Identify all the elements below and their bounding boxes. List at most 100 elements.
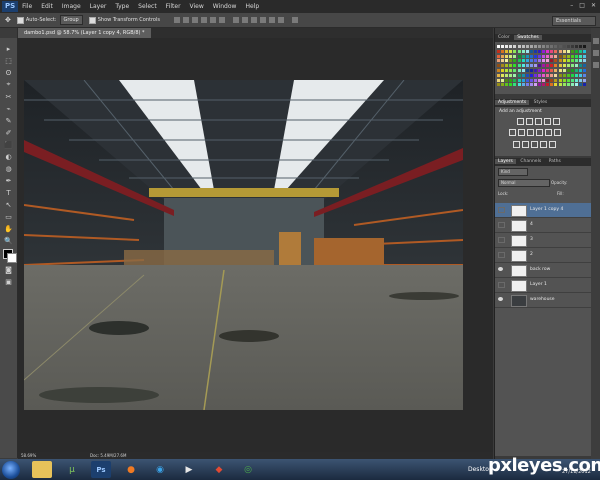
menu-window[interactable]: Window bbox=[213, 3, 237, 10]
color-swatch[interactable] bbox=[542, 54, 546, 58]
color-swatch[interactable] bbox=[529, 83, 533, 87]
screen-mode-icon[interactable]: ▣ bbox=[3, 276, 14, 287]
color-swatch[interactable] bbox=[546, 69, 550, 72]
color-swatch[interactable] bbox=[509, 45, 513, 48]
auto-select-dropdown[interactable]: Group bbox=[59, 15, 83, 25]
color-swatch[interactable] bbox=[517, 54, 521, 58]
color-swatch[interactable] bbox=[538, 69, 541, 72]
color-swatch[interactable] bbox=[529, 59, 533, 63]
color-swatch[interactable] bbox=[497, 64, 500, 68]
warehouse-photo[interactable] bbox=[24, 80, 463, 410]
folder-icon[interactable] bbox=[32, 461, 52, 478]
color-swatch[interactable] bbox=[546, 78, 550, 82]
color-swatch[interactable] bbox=[558, 45, 562, 48]
color-swatch[interactable] bbox=[570, 49, 574, 53]
color-swatch[interactable] bbox=[554, 64, 558, 68]
color-swatch[interactable] bbox=[550, 64, 554, 68]
color-swatch[interactable] bbox=[562, 49, 566, 53]
document-tab[interactable]: dambo1.psd @ 58.7% (Layer 1 copy 4, RGB/… bbox=[18, 28, 151, 38]
color-swatch[interactable] bbox=[558, 83, 562, 87]
color-swatch[interactable] bbox=[517, 69, 521, 72]
crop-tool-icon[interactable]: ✂ bbox=[3, 91, 14, 102]
layer-visibility-icon[interactable] bbox=[498, 222, 505, 228]
color-swatch[interactable] bbox=[558, 69, 562, 72]
layer-filter-kind[interactable]: Kind bbox=[498, 168, 528, 176]
color-swatch[interactable] bbox=[505, 73, 509, 77]
color-swatch[interactable] bbox=[562, 78, 566, 82]
color-swatch[interactable] bbox=[538, 83, 541, 87]
color-swatch[interactable] bbox=[509, 73, 513, 77]
levels-icon[interactable] bbox=[526, 118, 533, 125]
color-swatch[interactable] bbox=[501, 45, 505, 48]
color-swatch[interactable] bbox=[501, 69, 505, 72]
tab-color[interactable]: Color bbox=[495, 35, 513, 40]
color-swatch[interactable] bbox=[546, 83, 550, 87]
color-swatch[interactable] bbox=[517, 78, 521, 82]
color-swatch[interactable] bbox=[542, 78, 546, 82]
marquee-tool-icon[interactable]: ⬚ bbox=[3, 55, 14, 66]
color-swatch[interactable] bbox=[562, 73, 566, 77]
color-swatch[interactable] bbox=[497, 54, 500, 58]
color-swatch[interactable] bbox=[554, 54, 558, 58]
color-swatch[interactable] bbox=[513, 69, 517, 72]
layer-visibility-icon[interactable] bbox=[498, 237, 505, 243]
color-swatch[interactable] bbox=[574, 59, 578, 63]
layer-row[interactable]: Layer 1 copy 4 bbox=[495, 203, 591, 218]
color-swatch[interactable] bbox=[513, 59, 517, 63]
menu-select[interactable]: Select bbox=[138, 3, 157, 10]
color-swatch[interactable] bbox=[521, 45, 525, 48]
color-swatch[interactable] bbox=[513, 73, 517, 77]
menu-layer[interactable]: Layer bbox=[90, 3, 107, 10]
menu-image[interactable]: Image bbox=[62, 3, 81, 10]
color-swatch[interactable] bbox=[579, 54, 582, 58]
threshold-icon[interactable] bbox=[531, 141, 538, 148]
layer-visibility-icon[interactable] bbox=[498, 282, 505, 288]
color-swatch[interactable] bbox=[583, 54, 587, 58]
color-swatch[interactable] bbox=[566, 73, 570, 77]
color-swatch[interactable] bbox=[529, 69, 533, 72]
layer-row[interactable]: Layer 1 bbox=[495, 278, 591, 293]
color-swatch[interactable] bbox=[562, 54, 566, 58]
layer-row[interactable]: 2 bbox=[495, 248, 591, 263]
shape-tool-icon[interactable]: ▭ bbox=[3, 211, 14, 222]
color-swatch[interactable] bbox=[505, 49, 509, 53]
auto-select-checkbox[interactable] bbox=[16, 16, 24, 24]
align-left-icon[interactable] bbox=[200, 17, 207, 23]
tab-swatches[interactable]: Swatches bbox=[514, 35, 542, 40]
color-swatch[interactable] bbox=[538, 64, 541, 68]
path-select-tool-icon[interactable]: ↖ bbox=[3, 199, 14, 210]
color-swatch[interactable] bbox=[542, 83, 546, 87]
color-swatch[interactable] bbox=[570, 59, 574, 63]
color-swatch[interactable] bbox=[533, 69, 537, 72]
color-swatch[interactable] bbox=[583, 83, 587, 87]
network-icon[interactable]: ◉ bbox=[150, 461, 170, 478]
photoshop-icon[interactable]: Ps bbox=[91, 461, 111, 478]
color-swatch[interactable] bbox=[505, 78, 509, 82]
color-swatch[interactable] bbox=[501, 78, 505, 82]
color-swatch[interactable] bbox=[579, 45, 582, 48]
color-swatch[interactable] bbox=[583, 69, 587, 72]
color-swatch[interactable] bbox=[525, 49, 529, 53]
color-swatch[interactable] bbox=[566, 78, 570, 82]
color-swatch[interactable] bbox=[509, 78, 513, 82]
color-swatch[interactable] bbox=[521, 78, 525, 82]
color-swatch[interactable] bbox=[525, 69, 529, 72]
align-top-icon[interactable] bbox=[173, 17, 180, 23]
color-swatch[interactable] bbox=[558, 64, 562, 68]
properties-icon[interactable] bbox=[593, 50, 599, 56]
background-color-swatch[interactable] bbox=[7, 253, 17, 263]
color-swatch[interactable] bbox=[509, 59, 513, 63]
color-swatch[interactable] bbox=[525, 78, 529, 82]
color-swatch[interactable] bbox=[509, 83, 513, 87]
color-swatch[interactable] bbox=[505, 69, 509, 72]
color-swatch[interactable] bbox=[562, 69, 566, 72]
color-swatch[interactable] bbox=[521, 83, 525, 87]
color-swatch[interactable] bbox=[558, 59, 562, 63]
color-swatch[interactable] bbox=[505, 59, 509, 63]
quick-mask-icon[interactable]: ◙ bbox=[3, 264, 14, 275]
color-swatch[interactable] bbox=[497, 69, 500, 72]
color-swatch[interactable] bbox=[574, 54, 578, 58]
color-swatch[interactable] bbox=[513, 54, 517, 58]
color-swatch[interactable] bbox=[509, 69, 513, 72]
color-swatch[interactable] bbox=[554, 59, 558, 63]
